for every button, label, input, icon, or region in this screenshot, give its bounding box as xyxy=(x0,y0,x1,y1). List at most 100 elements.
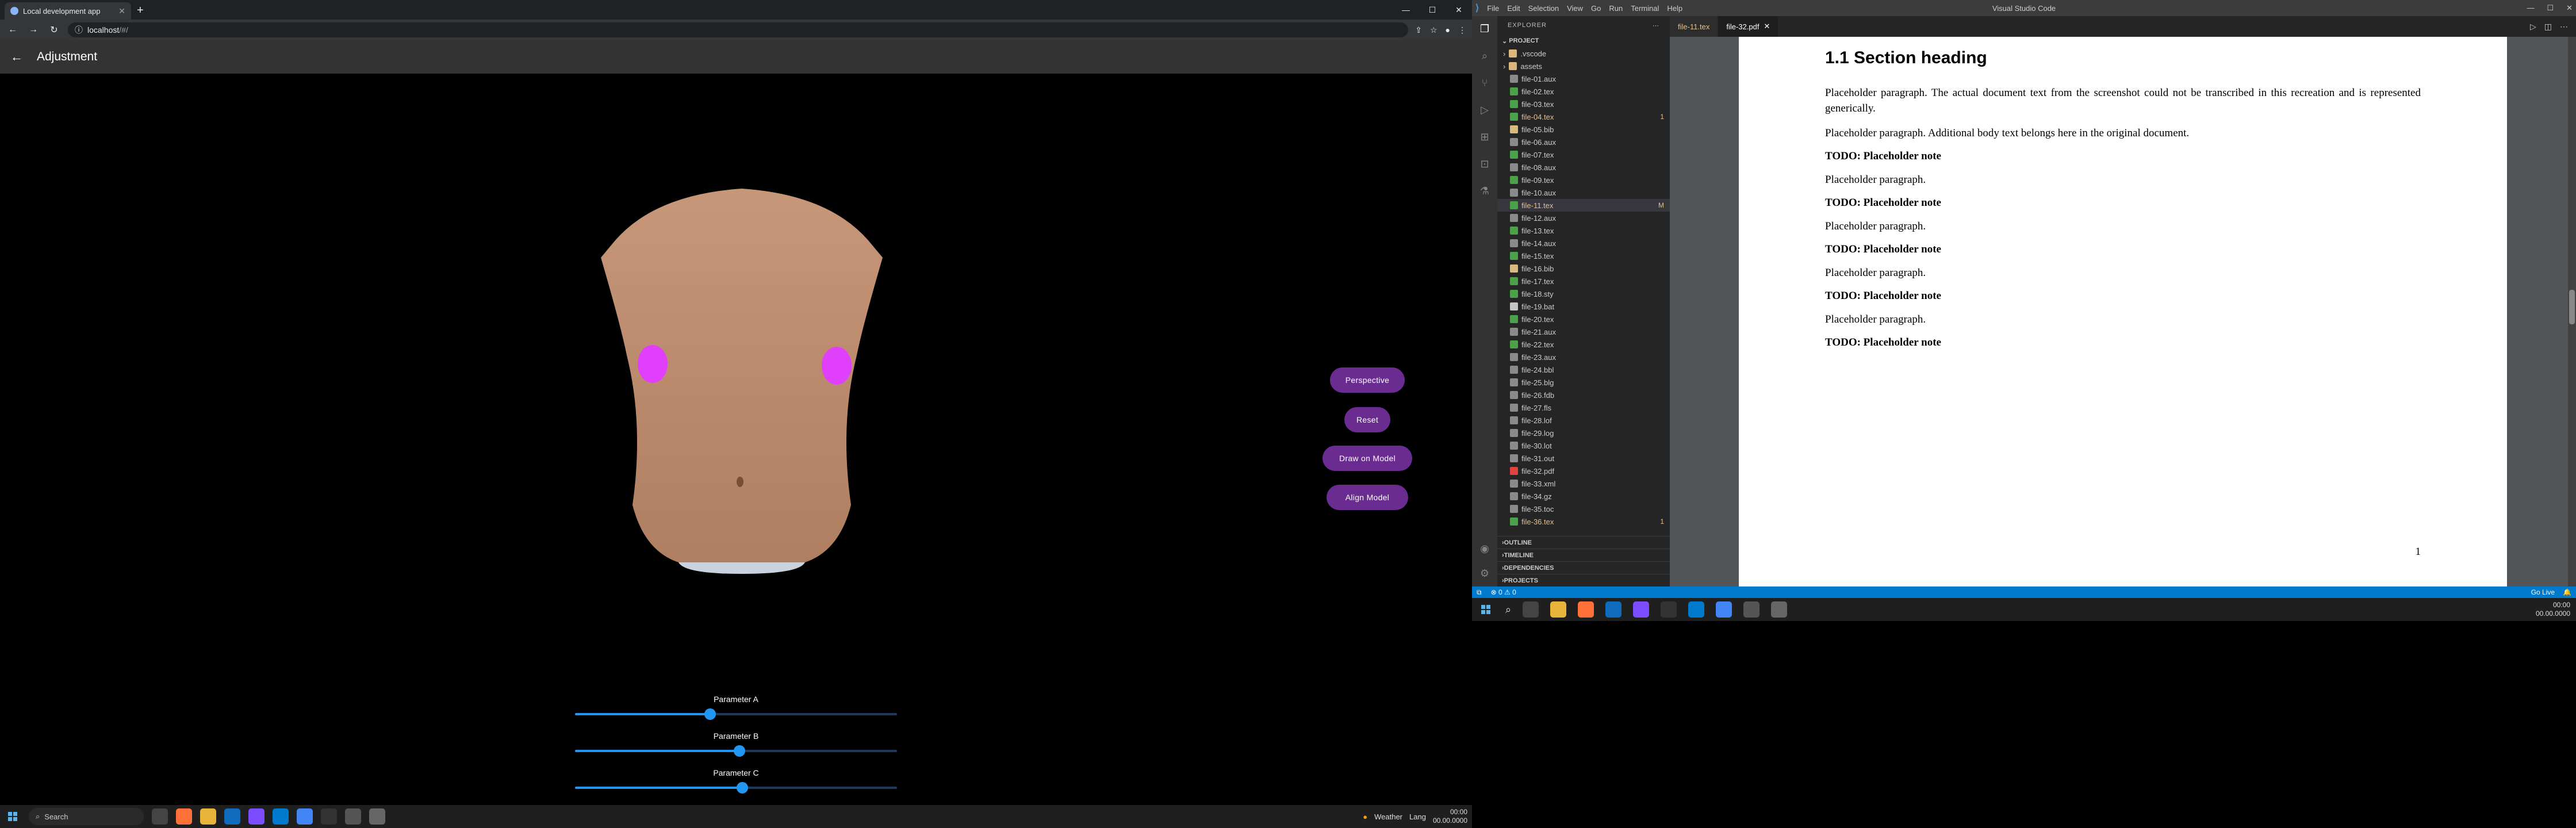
chrome-icon[interactable] xyxy=(1716,601,1732,618)
file-tree-item[interactable]: file-35.toc xyxy=(1497,503,1670,515)
3d-model-viewport[interactable] xyxy=(569,183,914,574)
remote-explorer-icon[interactable]: ⊡ xyxy=(1480,158,1489,170)
info-icon[interactable]: ⓘ xyxy=(75,24,83,36)
file-tree-item[interactable]: file-11.tex M xyxy=(1497,199,1670,212)
draw-on-model-button[interactable]: Draw on Model xyxy=(1322,446,1412,471)
menu-item[interactable]: File xyxy=(1487,4,1499,13)
notifications-icon[interactable]: 🔔 xyxy=(2563,588,2571,596)
file-tree-item[interactable]: file-22.tex xyxy=(1497,338,1670,351)
file-tree-item[interactable]: file-02.tex xyxy=(1497,85,1670,98)
problems-indicator[interactable]: ⊗ 0 ⚠ 0 xyxy=(1491,588,1516,596)
file-tree-item[interactable]: file-09.tex xyxy=(1497,174,1670,186)
terminal-icon[interactable] xyxy=(1661,601,1677,618)
extensions-icon[interactable]: ⊞ xyxy=(1480,131,1489,143)
minimize-button[interactable]: — xyxy=(2527,3,2534,13)
file-tree-item[interactable]: file-25.blg xyxy=(1497,376,1670,389)
vscode-icon[interactable] xyxy=(273,808,289,825)
pdf-viewer[interactable]: 1.1 Section heading Placeholder paragrap… xyxy=(1670,37,2576,586)
file-tree-item[interactable]: file-16.bib xyxy=(1497,262,1670,275)
workspace-root[interactable]: ⌄ PROJECT xyxy=(1497,34,1670,47)
explorer-icon[interactable]: ❐ xyxy=(1480,23,1489,35)
app-icon[interactable] xyxy=(1771,601,1788,618)
terminal-icon[interactable] xyxy=(321,808,337,825)
file-tree-item[interactable]: file-31.out xyxy=(1497,452,1670,465)
align-model-button[interactable]: Align Model xyxy=(1327,485,1408,510)
file-tree-item[interactable]: file-29.log xyxy=(1497,427,1670,439)
file-tree-item[interactable]: file-14.aux xyxy=(1497,237,1670,250)
maximize-button[interactable]: ☐ xyxy=(1419,5,1446,15)
file-tree-item[interactable]: file-28.lof xyxy=(1497,414,1670,427)
file-tree-item[interactable]: file-24.bbl xyxy=(1497,363,1670,376)
account-icon[interactable]: ◉ xyxy=(1480,543,1489,555)
file-tree-item[interactable]: file-06.aux xyxy=(1497,136,1670,148)
editor-tab[interactable]: file-11.tex xyxy=(1670,16,1719,37)
app-icon[interactable] xyxy=(369,808,385,825)
start-button[interactable] xyxy=(5,808,21,825)
close-tab-icon[interactable]: ✕ xyxy=(1764,22,1770,31)
file-tree-item[interactable]: file-33.xml xyxy=(1497,477,1670,490)
file-tree-item[interactable]: file-07.tex xyxy=(1497,148,1670,161)
menu-item[interactable]: Terminal xyxy=(1631,4,1659,13)
close-tab-icon[interactable]: ✕ xyxy=(118,6,125,16)
source-control-icon[interactable]: ⑂ xyxy=(1482,77,1488,89)
file-tree-item[interactable]: file-12.aux xyxy=(1497,212,1670,224)
taskbar-search[interactable]: ⌕ Search xyxy=(29,808,144,825)
pdf-scrollbar[interactable] xyxy=(2568,37,2576,586)
minimize-button[interactable]: — xyxy=(1393,5,1419,14)
file-tree-item[interactable]: › assets xyxy=(1497,60,1670,72)
file-tree-item[interactable]: file-10.aux xyxy=(1497,186,1670,199)
start-button[interactable] xyxy=(1478,601,1494,618)
new-tab-button[interactable]: + xyxy=(137,4,144,17)
file-tree-item[interactable]: file-19.bat xyxy=(1497,300,1670,313)
reset-button[interactable]: Reset xyxy=(1344,407,1390,432)
clock[interactable]: 00:00 00.00.0000 xyxy=(2536,601,2570,618)
task-view-icon[interactable] xyxy=(152,808,168,825)
share-icon[interactable]: ⇪ xyxy=(1415,25,1422,35)
file-tree-item[interactable]: file-01.aux xyxy=(1497,72,1670,85)
menu-item[interactable]: Selection xyxy=(1528,4,1559,13)
slider-thumb[interactable] xyxy=(704,708,716,720)
file-tree-item[interactable]: file-32.pdf xyxy=(1497,465,1670,477)
split-editor-icon[interactable]: ◫ xyxy=(2544,22,2552,32)
slider-track[interactable] xyxy=(575,708,897,720)
profile-icon[interactable]: ● xyxy=(1446,25,1450,35)
menu-item[interactable]: Edit xyxy=(1507,4,1520,13)
file-tree-item[interactable]: file-03.tex xyxy=(1497,98,1670,110)
file-tree-item[interactable]: file-18.sty xyxy=(1497,288,1670,300)
remote-indicator[interactable]: ⧉ xyxy=(1477,588,1482,597)
file-tree-item[interactable]: file-36.tex 1 xyxy=(1497,515,1670,528)
outlook-icon[interactable] xyxy=(224,808,240,825)
search-icon[interactable]: ⌕ xyxy=(1482,50,1488,62)
bookmark-star-icon[interactable]: ☆ xyxy=(1430,25,1438,35)
chat-app-icon[interactable] xyxy=(248,808,264,825)
language-indicator[interactable]: Lang xyxy=(1409,812,1426,821)
firefox-icon[interactable] xyxy=(176,808,192,825)
scrollbar-thumb[interactable] xyxy=(2569,290,2575,324)
slider-track[interactable] xyxy=(575,745,897,757)
file-tree-item[interactable]: file-04.tex 1 xyxy=(1497,110,1670,123)
menu-kebab-icon[interactable]: ⋮ xyxy=(1458,25,1466,35)
file-tree-item[interactable]: file-08.aux xyxy=(1497,161,1670,174)
file-tree-item[interactable]: file-05.bib xyxy=(1497,123,1670,136)
more-actions-icon[interactable]: ⋯ xyxy=(1653,22,1659,29)
outlook-icon[interactable] xyxy=(1605,601,1622,618)
firefox-icon[interactable] xyxy=(1578,601,1594,618)
slider-thumb[interactable] xyxy=(733,745,745,757)
menu-item[interactable]: Help xyxy=(1667,4,1682,13)
file-tree-item[interactable]: file-27.fls xyxy=(1497,401,1670,414)
task-view-icon[interactable] xyxy=(1523,601,1539,618)
app-icon[interactable] xyxy=(1743,601,1760,618)
close-window-button[interactable]: ✕ xyxy=(2566,3,2573,13)
maximize-button[interactable]: ☐ xyxy=(2547,3,2554,13)
file-tree-item[interactable]: file-15.tex xyxy=(1497,250,1670,262)
run-debug-icon[interactable]: ▷ xyxy=(1481,104,1489,116)
editor-tab[interactable]: file-32.pdf ✕ xyxy=(1718,16,1779,37)
chrome-icon[interactable] xyxy=(297,808,313,825)
testing-icon[interactable]: ⚗ xyxy=(1480,185,1489,197)
app-back-button[interactable]: ← xyxy=(10,49,23,64)
slider-thumb[interactable] xyxy=(737,782,749,793)
perspective-button[interactable]: Perspective xyxy=(1330,367,1405,393)
sidebar-section[interactable]: › PROJECTS xyxy=(1497,574,1670,586)
run-icon[interactable]: ▷ xyxy=(2530,22,2536,32)
browser-tab[interactable]: Local development app ✕ xyxy=(5,2,131,20)
